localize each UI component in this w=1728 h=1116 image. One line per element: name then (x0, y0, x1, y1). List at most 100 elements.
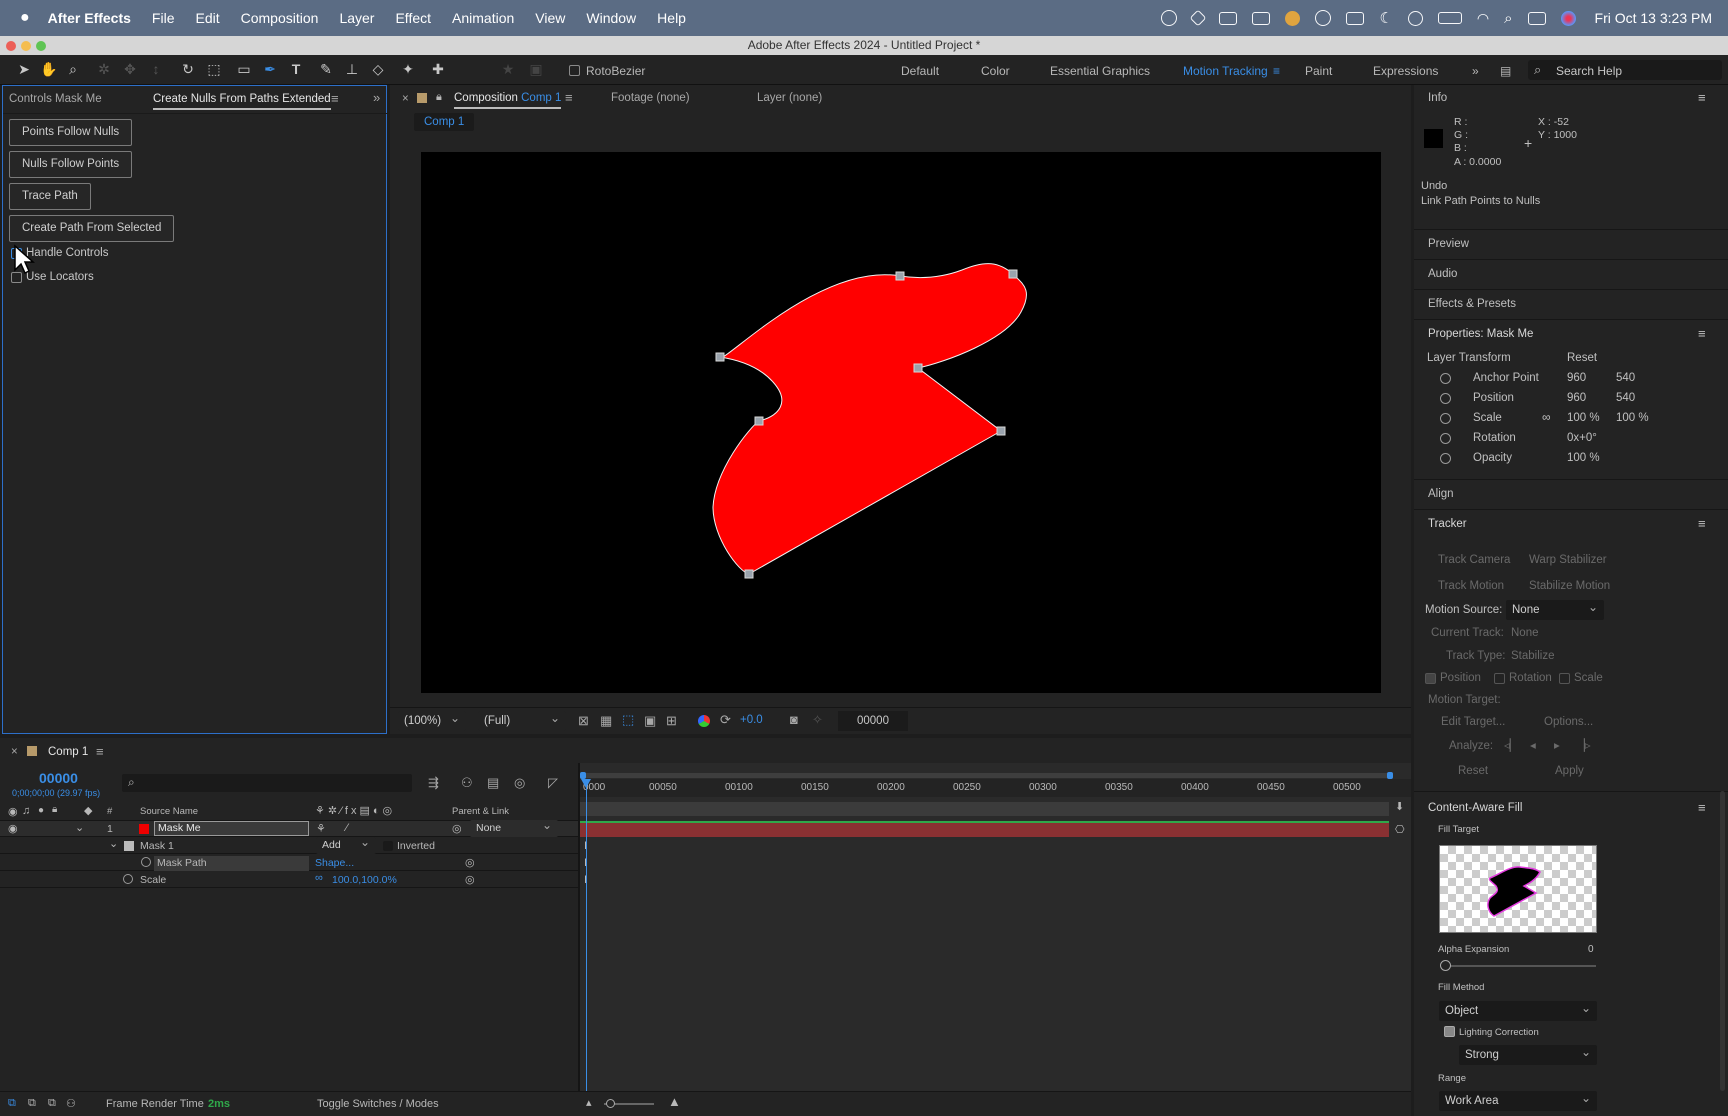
mask-shape[interactable] (421, 152, 1381, 693)
rotation-tool-icon[interactable]: ↻ (180, 61, 196, 77)
timeline-zoom-slider[interactable] (604, 1099, 654, 1108)
transform-reset-link[interactable]: Reset (1567, 352, 1597, 364)
layer-expand-icon[interactable]: ⌄ (75, 821, 84, 834)
layer-quality-switch-icon[interactable]: ⁄ (346, 822, 348, 834)
lighting-correction-checkbox[interactable] (1444, 1026, 1455, 1037)
track-camera-button[interactable]: Track Camera (1438, 554, 1510, 566)
properties-menu-icon[interactable]: ≡ (1698, 326, 1706, 341)
apple-icon[interactable]: ● (20, 9, 30, 27)
track-type-value[interactable]: Stabilize (1511, 650, 1554, 662)
snapshot-camera-icon[interactable]: ◙ (790, 712, 798, 727)
region-of-interest-icon[interactable]: ▣ (644, 713, 656, 729)
puppet-pin-tool-icon[interactable]: ✚ (430, 61, 446, 77)
rotation-value[interactable]: 0x+0° (1567, 432, 1597, 444)
resolution-dropdown[interactable]: (Full) (478, 708, 566, 731)
mask-name[interactable]: Mask 1 (140, 840, 174, 852)
brush-tool-icon[interactable]: ✎ (318, 61, 334, 77)
orbit-tool-icon[interactable]: ✲ (96, 61, 112, 77)
layer-switches-toggle-icon[interactable]: ⧉ (8, 1097, 16, 1110)
effects-presets-section[interactable]: Effects & Presets (1428, 298, 1516, 310)
layer-duration-bar[interactable] (580, 821, 1389, 837)
menu-composition[interactable]: Composition (241, 10, 319, 26)
battery-icon[interactable] (1437, 12, 1462, 24)
frame-blending-icon[interactable]: ◎ (514, 775, 525, 791)
edit-target-button[interactable]: Edit Target... (1441, 716, 1505, 728)
workspace-motion-tracking[interactable]: Motion Tracking (1183, 64, 1268, 78)
transfer-controls-toggle-icon[interactable]: ⧉ (28, 1097, 36, 1110)
caf-menu-icon[interactable]: ≡ (1698, 800, 1706, 815)
work-area-bar[interactable] (580, 772, 1393, 779)
layer-label-color[interactable] (139, 824, 149, 834)
workspace-menu-icon[interactable]: ≡ (1273, 64, 1280, 78)
stabilize-motion-button[interactable]: Stabilize Motion (1529, 580, 1610, 592)
search-icon[interactable]: ⌕ (1504, 10, 1512, 27)
eraser-tool-icon[interactable]: ◇ (370, 61, 386, 77)
scale-pickwhip-icon[interactable]: ◎ (465, 873, 475, 886)
pan-behind-tool-icon[interactable]: ⬚ (206, 61, 222, 77)
mask-path-stopwatch-icon[interactable] (141, 857, 151, 867)
opacity-value[interactable]: 100 % (1567, 452, 1600, 464)
minimize-window-button[interactable] (21, 41, 31, 51)
workspace-expressions[interactable]: Expressions (1373, 64, 1438, 78)
scale-link-icon[interactable]: ∞ (315, 872, 323, 884)
roto-brush-tool-icon[interactable]: ✦ (400, 61, 416, 77)
layer-name-field[interactable]: Mask Me (154, 821, 309, 836)
mask-mode-dropdown[interactable]: Add (316, 834, 376, 854)
video-icon[interactable] (1219, 11, 1238, 25)
analyze-back-icon[interactable]: ◃▏ (1504, 738, 1519, 752)
composition-button-icon[interactable]: ⬇ (1395, 800, 1404, 813)
transparency-grid-icon[interactable]: ▦ (600, 713, 612, 729)
track-motion-button[interactable]: Track Motion (1438, 580, 1504, 592)
menu-layer[interactable]: Layer (339, 10, 374, 26)
dropbox-icon[interactable] (1189, 9, 1207, 27)
anchor-point-stopwatch-icon[interactable] (1440, 373, 1451, 384)
reset-exposure-icon[interactable]: ⟳ (720, 712, 731, 728)
menu-view[interactable]: View (535, 10, 565, 26)
layer-row[interactable]: ◉ ⌄ 1 Mask Me ⚘ ⁄ ◎ None (0, 817, 578, 837)
scale-y[interactable]: 100 % (1616, 412, 1649, 424)
workspace-default[interactable]: Default (901, 64, 939, 78)
scale-stopwatch-icon[interactable] (1440, 413, 1451, 424)
menu-edit[interactable]: Edit (195, 10, 219, 26)
hand-tool-icon[interactable]: ✋ (40, 61, 57, 77)
analyze-forward-icon[interactable]: ▸ (1554, 738, 1560, 752)
create-path-from-selected-button[interactable]: Create Path From Selected (9, 215, 175, 242)
siri-icon[interactable] (1560, 10, 1576, 26)
nulls-follow-points-button[interactable]: Nulls Follow Points (9, 151, 133, 178)
channel-icon[interactable] (698, 715, 710, 727)
comp-marker-icon[interactable]: ⎔ (1395, 823, 1405, 836)
tracker-apply-button[interactable]: Apply (1555, 765, 1584, 777)
playhead-line[interactable] (586, 779, 587, 1091)
playhead-handle[interactable] (581, 779, 591, 788)
menu-file[interactable]: File (152, 10, 175, 26)
wifi-icon[interactable]: ◠ (1477, 10, 1489, 27)
rotation-stopwatch-icon[interactable] (1440, 433, 1451, 444)
options-button[interactable]: Options... (1544, 716, 1593, 728)
selection-tool-icon[interactable]: ➤ (16, 61, 32, 77)
preview-section[interactable]: Preview (1428, 238, 1469, 250)
zoom-window-button[interactable] (36, 41, 46, 51)
drive-icon[interactable] (1252, 11, 1271, 25)
zoom-dropdown[interactable]: (100%) (398, 708, 466, 731)
anchor-point-y[interactable]: 540 (1616, 372, 1635, 384)
creative-cloud-icon[interactable] (1161, 10, 1178, 26)
timeline-menu-icon[interactable]: ≡ (96, 744, 104, 759)
comp-breadcrumb[interactable]: Comp 1 (414, 113, 475, 131)
datetime[interactable]: Fri Oct 13 3:23 PM (1595, 10, 1712, 26)
preview-toggle-icon[interactable]: ⊠ (578, 713, 589, 729)
toggle-switches-modes-button[interactable]: Toggle Switches / Modes (317, 1098, 439, 1110)
render-time-toggle-icon[interactable]: ⚇ (66, 1097, 76, 1110)
zoom-in-icon[interactable]: ▲ (668, 1094, 681, 1109)
viewer-timecode[interactable]: 00000 (838, 711, 908, 731)
tab-layer[interactable]: Layer (none) (757, 92, 822, 104)
mask-path-pickwhip-icon[interactable]: ◎ (465, 856, 475, 869)
parent-pickwhip-icon[interactable]: ◎ (452, 822, 462, 835)
opacity-stopwatch-icon[interactable] (1440, 453, 1451, 464)
zoom-tool-icon[interactable]: ⌕ (65, 61, 81, 77)
draft-3d-icon[interactable]: ⚇ (461, 775, 473, 791)
scale-row-value[interactable]: 100.0,100.0% (332, 874, 397, 886)
grammarly-icon[interactable] (1315, 10, 1332, 26)
mask-path-value[interactable]: Shape... (315, 857, 354, 869)
position-stopwatch-icon[interactable] (1440, 393, 1451, 404)
audio-section[interactable]: Audio (1428, 268, 1457, 280)
